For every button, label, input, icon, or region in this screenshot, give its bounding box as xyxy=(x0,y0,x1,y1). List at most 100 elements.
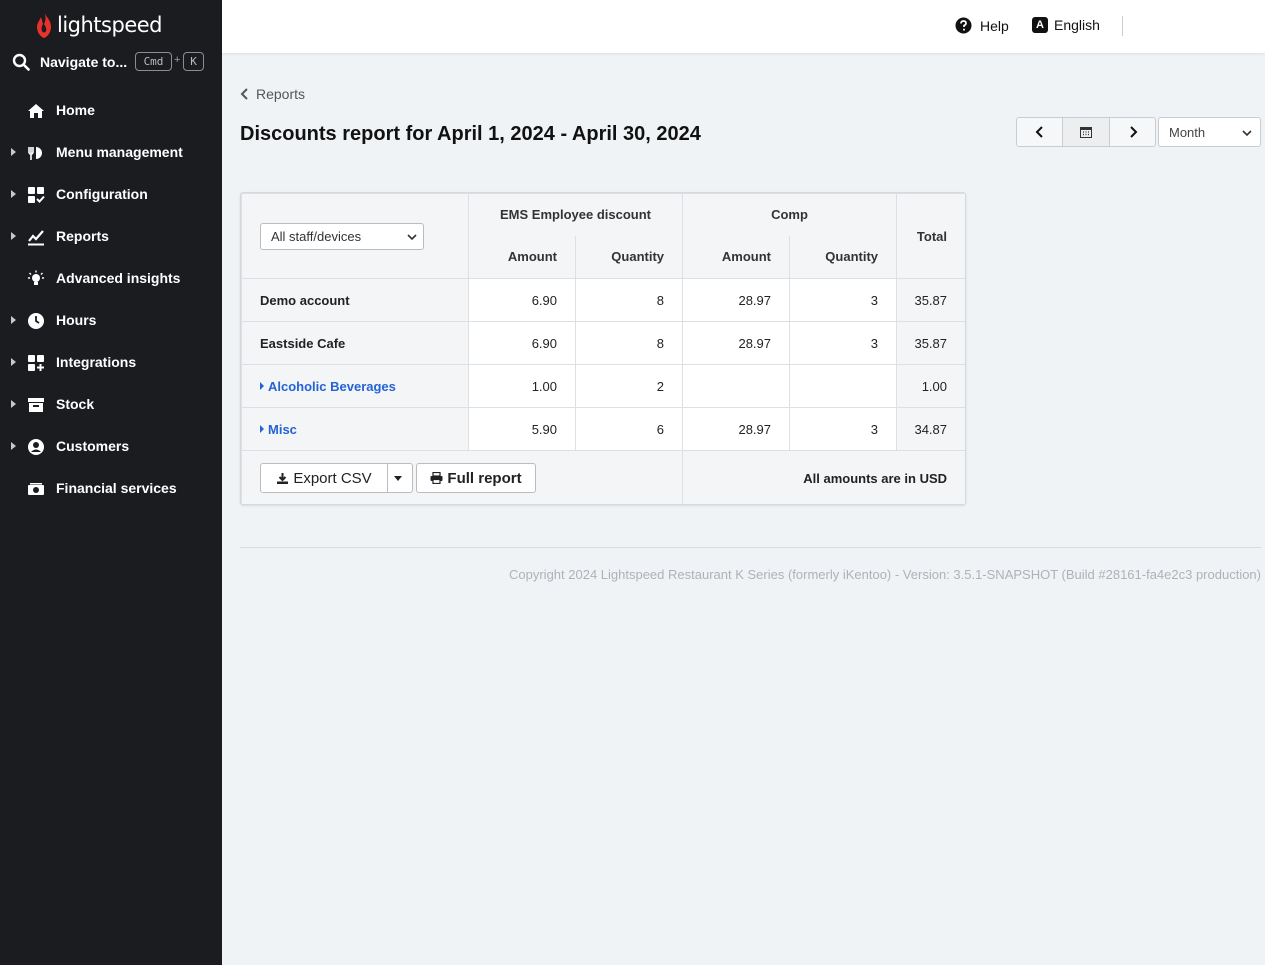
back-label: Reports xyxy=(256,86,306,102)
expand-caret-icon xyxy=(11,400,16,408)
export-options-dropdown[interactable] xyxy=(388,463,413,493)
calendar-button[interactable] xyxy=(1063,117,1110,147)
kbd-plus: + xyxy=(174,54,181,66)
chevron-down-icon xyxy=(407,233,417,240)
expand-caret-icon xyxy=(11,316,16,324)
next-period-button[interactable] xyxy=(1110,117,1156,147)
sidebar-item-integrations[interactable]: Integrations xyxy=(0,342,222,384)
caret-down-icon xyxy=(394,475,402,481)
period-select[interactable]: Month xyxy=(1158,117,1261,147)
sidebar-item-label: Advanced insights xyxy=(56,270,181,286)
header-divider xyxy=(1122,16,1123,36)
sidebar-item-menu-management[interactable]: Menu management xyxy=(0,132,222,174)
print-icon xyxy=(430,472,443,484)
language-selector[interactable]: A English xyxy=(1032,17,1100,33)
help-label: Help xyxy=(980,17,1009,34)
ems-quantity-cell: 8 xyxy=(574,321,684,365)
filter-cell: All staff/devices xyxy=(241,193,469,279)
comp-header: Comp xyxy=(682,193,898,236)
total-header: Total xyxy=(896,193,965,279)
sidebar: lightspeed Navigate to... Cmd + K Home M… xyxy=(0,0,222,965)
sidebar-item-label: Reports xyxy=(56,228,109,244)
download-icon xyxy=(277,472,289,484)
currency-note: All amounts are in USD xyxy=(682,450,965,504)
export-actions: Export CSV Full report xyxy=(260,463,664,493)
comp-amount-cell: 28.97 xyxy=(682,407,791,451)
export-csv-button[interactable]: Export CSV xyxy=(260,463,388,493)
copyright-text: Copyright 2024 Lightspeed Restaurant K S… xyxy=(509,567,1261,582)
expand-caret-icon xyxy=(260,381,264,390)
ems-quantity-header: Quantity xyxy=(574,235,684,279)
table-row: Alcoholic Beverages 1.00 2 1.00 xyxy=(241,364,965,408)
navigate-label: Navigate to... xyxy=(40,54,128,70)
back-to-reports-link[interactable]: Reports xyxy=(240,86,305,102)
comp-amount-cell: 28.97 xyxy=(682,321,791,365)
comp-amount-cell xyxy=(682,364,791,408)
footer-divider xyxy=(240,547,1261,548)
expand-caret-icon xyxy=(11,442,16,450)
ems-quantity-cell: 6 xyxy=(574,407,684,451)
sidebar-item-label: Hours xyxy=(56,312,97,328)
sidebar-item-home[interactable]: Home xyxy=(0,90,222,132)
export-csv-label: Export CSV xyxy=(293,469,372,487)
lightspeed-logo[interactable]: lightspeed xyxy=(34,10,162,40)
sidebar-item-label: Stock xyxy=(56,396,95,412)
calendar-icon xyxy=(1080,127,1092,138)
customers-icon xyxy=(28,439,44,455)
staff-devices-select[interactable]: All staff/devices xyxy=(260,222,424,250)
expand-caret-icon xyxy=(11,358,16,366)
ems-amount-cell: 1.00 xyxy=(468,364,576,408)
sidebar-item-label: Customers xyxy=(56,438,130,454)
sidebar-nav: Home Menu management Configuration Repor… xyxy=(0,90,222,510)
footer-actions: Export CSV Full report xyxy=(241,450,684,504)
sidebar-item-hours[interactable]: Hours xyxy=(0,300,222,342)
row-name-label: Alcoholic Beverages xyxy=(268,378,396,394)
sidebar-item-label: Configuration xyxy=(56,186,148,202)
lightbulb-icon xyxy=(28,270,44,285)
comp-quantity-cell: 3 xyxy=(789,407,898,451)
sidebar-item-reports[interactable]: Reports xyxy=(0,216,222,258)
chevron-right-icon xyxy=(1129,126,1137,138)
row-name-label: Misc xyxy=(268,421,297,437)
navigate-to-search[interactable]: Navigate to... Cmd + K xyxy=(12,50,212,74)
row-name-link[interactable]: Misc xyxy=(241,407,469,451)
language-icon: A xyxy=(1032,17,1048,33)
full-report-label: Full report xyxy=(447,469,522,487)
sidebar-item-configuration[interactable]: Configuration xyxy=(0,174,222,216)
discounts-report-table: All staff/devices EMS Employee discount … xyxy=(240,192,966,505)
help-icon xyxy=(955,17,972,34)
comp-quantity-header: Quantity xyxy=(789,235,898,279)
stock-icon xyxy=(28,398,44,412)
sidebar-item-customers[interactable]: Customers xyxy=(0,426,222,468)
expand-caret-icon xyxy=(11,148,16,156)
ems-amount-cell: 6.90 xyxy=(468,278,576,322)
reports-icon xyxy=(28,230,44,246)
sidebar-item-advanced-insights[interactable]: Advanced insights xyxy=(0,258,222,300)
comp-quantity-cell xyxy=(789,364,898,408)
brand-name: lightspeed xyxy=(57,13,162,37)
ems-discount-header: EMS Employee discount xyxy=(467,193,684,236)
flame-logo-icon xyxy=(37,12,51,38)
row-name-link[interactable]: Alcoholic Beverages xyxy=(241,364,469,408)
table-row: Demo account 6.90 8 28.97 3 35.87 xyxy=(241,278,965,322)
ems-quantity-cell: 2 xyxy=(574,364,684,408)
total-cell: 35.87 xyxy=(896,278,965,322)
sidebar-item-financial-services[interactable]: Financial services xyxy=(0,468,222,510)
sidebar-item-label: Home xyxy=(56,102,95,118)
comp-amount-header: Amount xyxy=(682,235,791,279)
chevron-down-icon xyxy=(1242,130,1252,137)
help-link[interactable]: Help xyxy=(955,17,1009,34)
table-row: Misc 5.90 6 28.97 3 34.87 xyxy=(241,407,965,451)
expand-caret-icon xyxy=(11,190,16,198)
ems-quantity-cell: 8 xyxy=(574,278,684,322)
table-footer-row: Export CSV Full report All amounts are i… xyxy=(241,450,965,504)
search-icon xyxy=(12,53,30,71)
comp-quantity-cell: 3 xyxy=(789,278,898,322)
comp-quantity-cell: 3 xyxy=(789,321,898,365)
sidebar-item-stock[interactable]: Stock xyxy=(0,384,222,426)
row-name: Demo account xyxy=(241,278,469,322)
total-cell: 35.87 xyxy=(896,321,965,365)
full-report-button[interactable]: Full report xyxy=(416,463,536,493)
date-navigator xyxy=(1016,117,1156,147)
previous-period-button[interactable] xyxy=(1016,117,1063,147)
